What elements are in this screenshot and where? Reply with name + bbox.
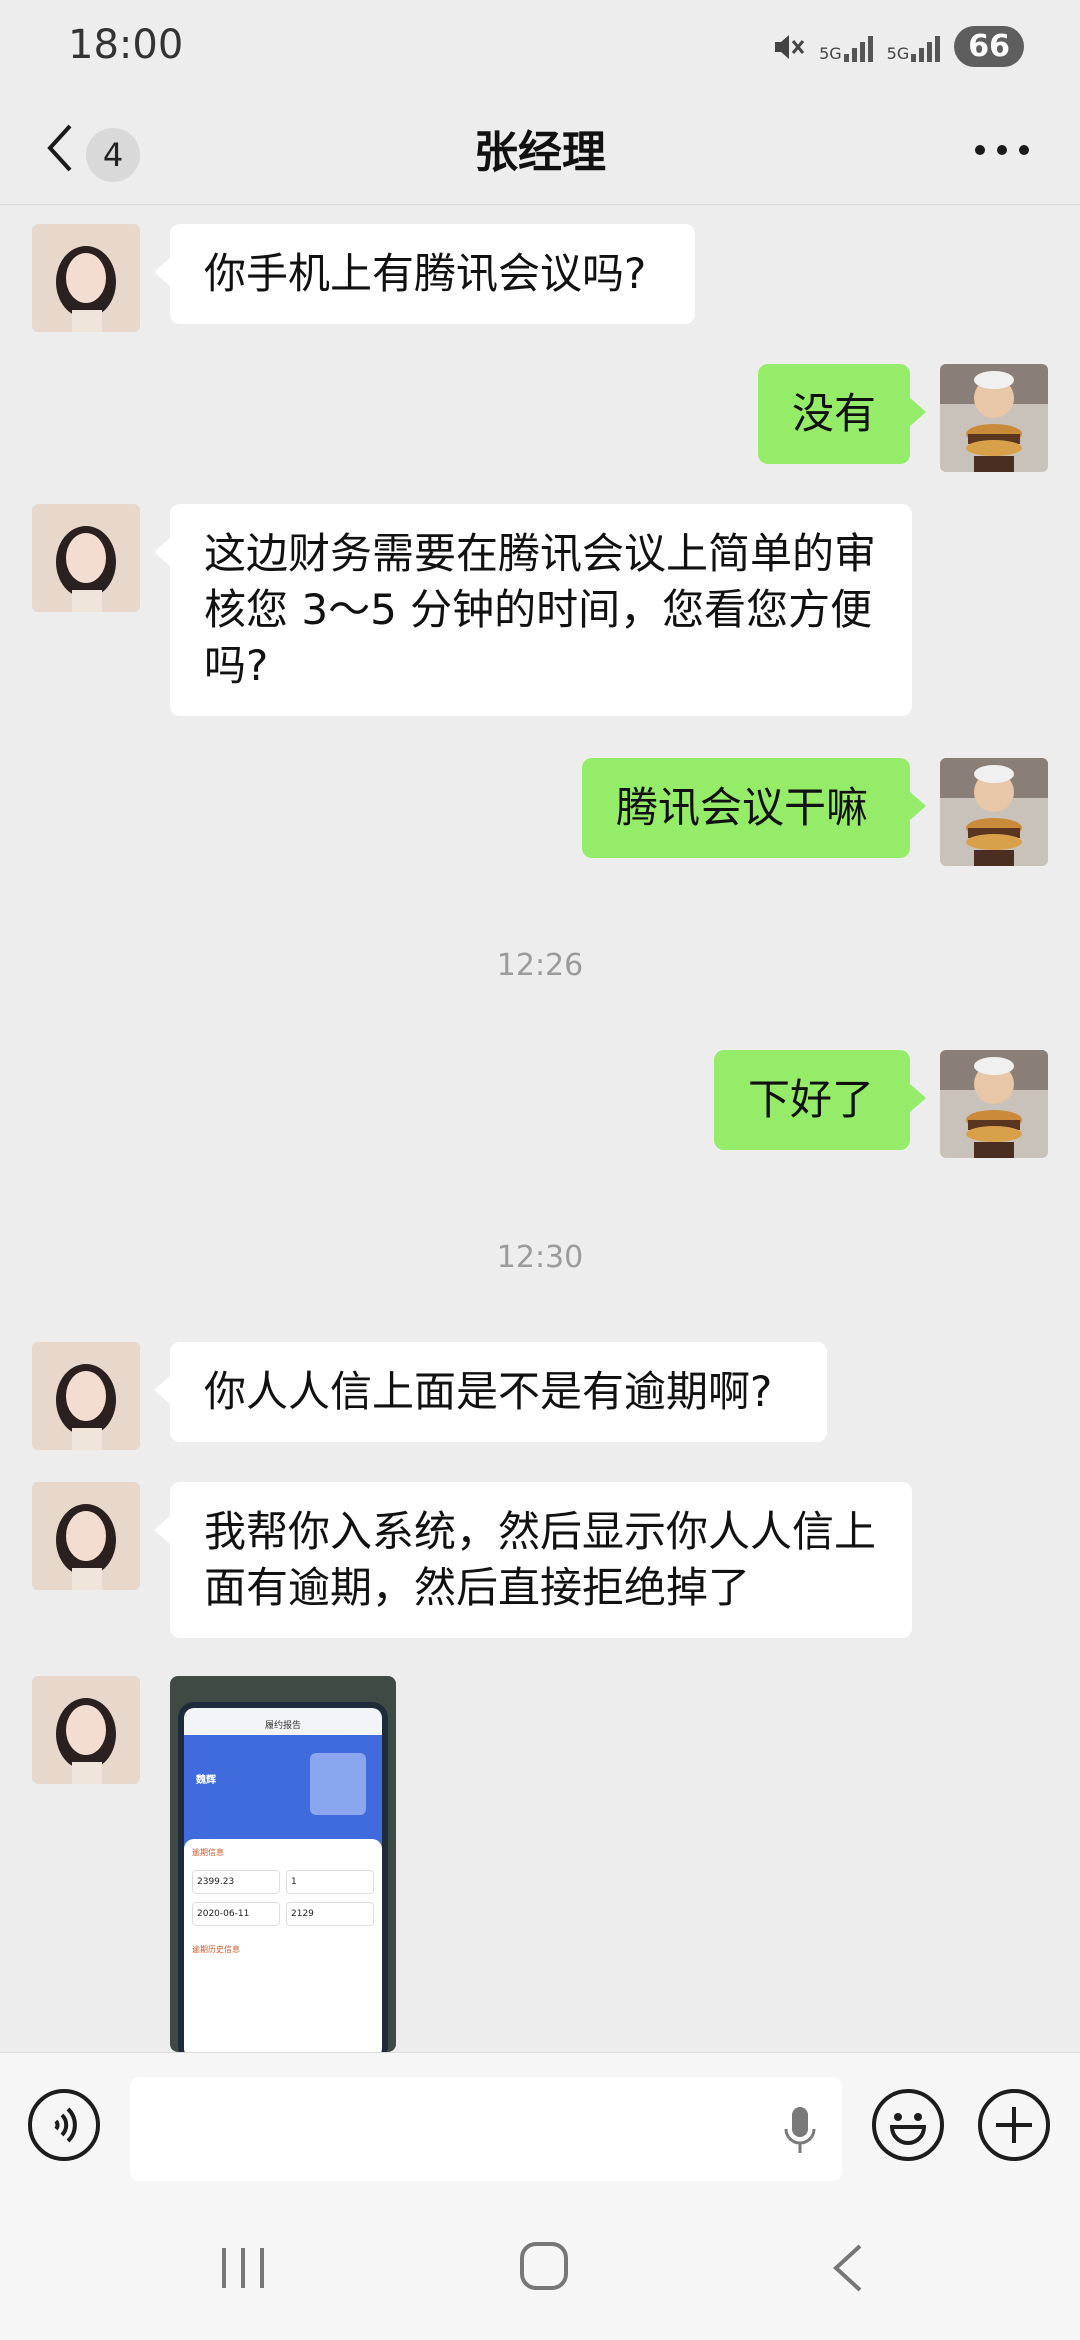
plus-icon[interactable] — [978, 2089, 1050, 2161]
my-avatar[interactable] — [940, 1050, 1048, 1158]
message-bubble[interactable]: 我帮你入系统，然后显示你人人信上面有逾期，然后直接拒绝掉了 — [170, 1482, 912, 1638]
emoji-icon[interactable] — [872, 2089, 944, 2161]
my-avatar[interactable] — [940, 758, 1048, 866]
phone-screen-days: 2129 — [286, 1902, 374, 1926]
message-bubble[interactable]: 你人人信上面是不是有逾期啊? — [170, 1342, 827, 1442]
status-time: 18:00 — [68, 22, 184, 68]
phone-screen-title: 履约报告 — [264, 1721, 301, 1731]
phone-screen-history: 逾期历史信息 — [192, 1945, 240, 1954]
status-bar: 18:00 5G 5G 66 — [0, 0, 1080, 96]
phone-screen-name: 魏辉 — [196, 1775, 216, 1786]
contact-avatar[interactable] — [32, 224, 140, 332]
phone-screen-count: 1 — [286, 1870, 374, 1894]
timestamp: 12:26 — [496, 948, 584, 983]
contact-avatar[interactable] — [32, 1482, 140, 1590]
nav-back-icon[interactable] — [826, 2242, 870, 2294]
phone-screen-section: 逾期信息 — [192, 1848, 224, 1857]
message-bubble[interactable]: 没有 — [758, 364, 910, 464]
system-nav-bar — [0, 2194, 1080, 2340]
network-label-2: 5G — [886, 43, 910, 63]
chat-title: 张经理 — [474, 127, 606, 178]
phone-screen-date: 2020-06-11 — [192, 1902, 280, 1926]
timestamp: 12:30 — [496, 1240, 584, 1275]
signal-icon-2 — [911, 32, 941, 62]
contact-avatar[interactable] — [32, 1342, 140, 1450]
contact-avatar[interactable] — [32, 504, 140, 612]
mic-icon[interactable] — [780, 2105, 820, 2157]
phone-screen-amount: 2399.23 — [192, 1870, 280, 1894]
message-bubble[interactable]: 你手机上有腾讯会议吗? — [170, 224, 695, 324]
message-input[interactable] — [130, 2077, 842, 2181]
recent-apps-icon[interactable] — [218, 2244, 268, 2292]
network-label-1: 5G — [819, 43, 842, 63]
image-message[interactable]: 履约报告 魏辉 逾期信息 2399.23 1 2020-06-11 2129 逾 — [170, 1676, 396, 2052]
message-bubble[interactable]: 这边财务需要在腾讯会议上简单的审核您 3～5 分钟的时间，您看您方便吗? — [170, 504, 912, 716]
message-bubble[interactable]: 下好了 — [714, 1050, 910, 1150]
voice-icon[interactable] — [28, 2089, 100, 2161]
signal-icon-1 — [843, 32, 873, 62]
status-icons: 5G 5G 66 — [771, 26, 1024, 67]
chat-header: 4 张经理 — [0, 96, 1080, 205]
contact-avatar[interactable] — [32, 1676, 140, 1784]
input-bar — [0, 2052, 1080, 2195]
my-avatar[interactable] — [940, 364, 1048, 472]
more-icon[interactable] — [972, 130, 1032, 170]
battery-indicator: 66 — [954, 26, 1024, 67]
message-bubble[interactable]: 腾讯会议干嘛 — [582, 758, 910, 858]
home-icon[interactable] — [518, 2240, 572, 2294]
mute-icon — [775, 34, 805, 59]
